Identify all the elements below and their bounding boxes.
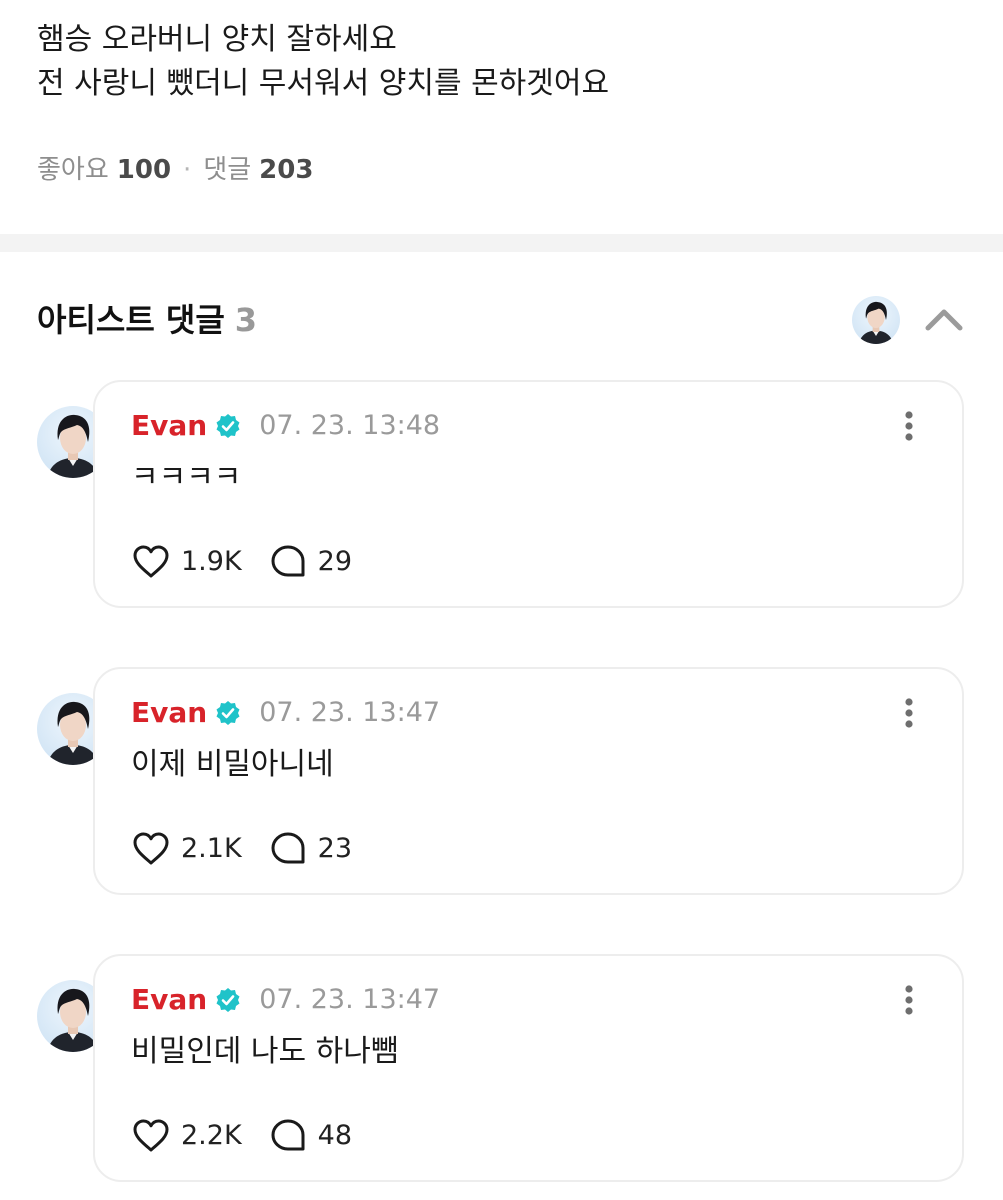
more-vertical-icon[interactable] <box>892 693 926 733</box>
like-count: 1.9K <box>181 546 242 577</box>
comment-text: 이제 비밀아니네 <box>131 747 334 782</box>
section-divider <box>0 234 1003 252</box>
more-vertical-icon[interactable] <box>892 406 926 446</box>
comment-actions: 1.9K 29 <box>131 540 352 584</box>
likes-label: 좋아요 <box>37 155 109 185</box>
heart-icon <box>133 545 169 578</box>
more-vertical-icon[interactable] <box>892 980 926 1020</box>
like-count: 2.2K <box>181 1120 242 1151</box>
like-count: 2.1K <box>181 833 242 864</box>
comments-count[interactable]: 203 <box>259 155 313 185</box>
post-body: 햄승 오라버니 양치 잘하세요 전 사랑니 뺐더니 무서워서 양치를 몬하겟어요 <box>37 18 967 106</box>
comment-text: 비밀인데 나도 하나뺌 <box>131 1034 399 1069</box>
author-name[interactable]: Evan <box>131 980 207 1020</box>
reply-count: 23 <box>317 833 353 864</box>
comment-card: Evan 07. 23. 13:48 ㅋㅋㅋㅋ 1.9K 29 <box>93 380 964 608</box>
verified-badge-icon <box>216 701 240 725</box>
artist-comments-header: 아티스트 댓글 3 <box>37 298 257 342</box>
verified-badge-icon <box>216 414 240 438</box>
artist-avatar[interactable] <box>852 296 900 344</box>
post-text-line: 전 사랑니 뺐더니 무서워서 양치를 몬하겟어요 <box>37 66 610 101</box>
like-button[interactable]: 2.2K <box>131 1116 242 1156</box>
stats-separator: · <box>183 155 192 185</box>
post-text-line: 햄승 오라버니 양치 잘하세요 <box>37 22 397 57</box>
reply-button[interactable]: 48 <box>268 1116 352 1156</box>
like-button[interactable]: 2.1K <box>131 829 242 869</box>
section-title: 아티스트 댓글 <box>37 301 225 339</box>
comment-timestamp: 07. 23. 13:48 <box>259 410 441 441</box>
comment-meta: Evan 07. 23. 13:47 <box>131 693 440 733</box>
heart-icon <box>133 1119 169 1152</box>
section-count: 3 <box>234 301 258 339</box>
comment-meta: Evan 07. 23. 13:48 <box>131 406 440 446</box>
author-name[interactable]: Evan <box>131 693 207 733</box>
comment-card: Evan 07. 23. 13:47 이제 비밀아니네 2.1K 23 <box>93 667 964 895</box>
comments-label[interactable]: 댓글 <box>203 155 251 185</box>
comment-meta: Evan 07. 23. 13:47 <box>131 980 440 1020</box>
like-button[interactable]: 1.9K <box>131 542 242 582</box>
comment-card: Evan 07. 23. 13:47 비밀인데 나도 하나뺌 2.2K 48 <box>93 954 964 1182</box>
author-name[interactable]: Evan <box>131 406 207 446</box>
chevron-up-icon[interactable] <box>920 296 968 344</box>
verified-badge-icon <box>216 988 240 1012</box>
reply-bubble-icon <box>271 832 305 864</box>
reply-count: 29 <box>317 546 353 577</box>
post-stats: 좋아요 100 · 댓글 203 <box>37 150 313 190</box>
heart-icon <box>133 832 169 865</box>
reply-button[interactable]: 23 <box>268 829 352 869</box>
comment-actions: 2.2K 48 <box>131 1114 352 1158</box>
reply-bubble-icon <box>271 1119 305 1151</box>
reply-count: 48 <box>317 1120 353 1151</box>
reply-button[interactable]: 29 <box>268 542 352 582</box>
comment-actions: 2.1K 23 <box>131 827 352 871</box>
reply-bubble-icon <box>271 545 305 577</box>
likes-count: 100 <box>116 155 172 185</box>
comment-text: ㅋㅋㅋㅋ <box>131 460 242 495</box>
comment-timestamp: 07. 23. 13:47 <box>259 984 441 1015</box>
comment-timestamp: 07. 23. 13:47 <box>259 697 441 728</box>
